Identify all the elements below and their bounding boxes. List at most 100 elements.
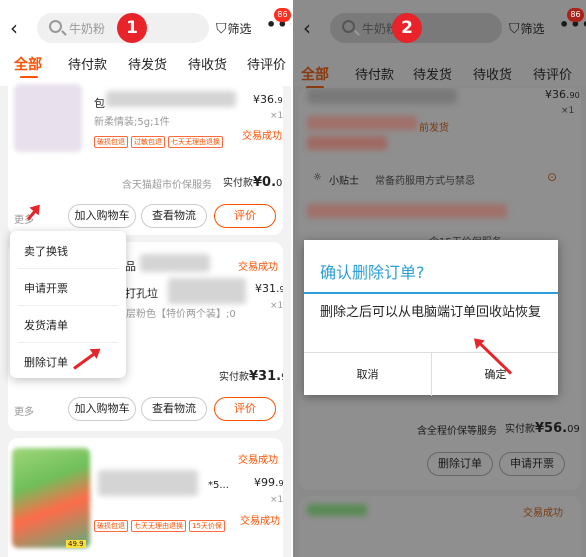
redacted-title [98,470,198,496]
price-protection-note: 含天猫超市价保服务 [122,180,212,191]
shipping-note: 前发货 [419,123,449,134]
product-title[interactable]: 包 [94,95,105,111]
filter-label: 筛选 [227,22,252,36]
back-icon[interactable]: ‹ [10,17,18,39]
paid-amount: 实付款¥31.90 [219,369,283,384]
order-card[interactable]: 包 ¥36.90 ×1 新柔情装;5g;1件 破损包退过敏包退七天无理由退换 交… [8,78,283,235]
step-badge-1: 1 [117,13,147,43]
tab-all: 全部 [301,67,329,83]
search-placeholder: 牛奶粉 [69,22,106,36]
message-count-badge: 86 [274,8,291,22]
tab-pending-receipt: 待收货 [473,68,513,83]
panel-step-1: ‹ 牛奶粉 1 ⛉筛选 ••• 86 全部 待付款 待发货 待收货 待评价 包 … [0,0,291,557]
panel-step-2: ‹ 牛奶粉 2 ⛉筛选 ••• 86 全部 待付款 待发货 待收货 待评价 ¥3… [293,0,586,557]
cancel-button[interactable]: 取消 [304,353,431,396]
product-title-fragment: 品 [125,260,136,273]
add-to-cart-button[interactable]: 加入购物车 [68,204,136,228]
filter-button[interactable]: ⛉筛选 [216,20,252,37]
price-protection-note: 含全程价保等服务 [417,426,497,437]
order-status: 交易成功 [242,131,282,142]
header: ‹ 牛奶粉 2 ⛉筛选 ••• 86 全部 待付款 待发货 待收货 待评价 [293,0,586,89]
product-thumbnail[interactable] [12,448,90,548]
redacted-title [307,88,457,104]
menu-divider [18,342,118,343]
tip-icon: ☼ [313,172,322,183]
delete-order-button: 删除订单 [427,452,493,476]
order-status: 交易成功 [240,516,280,527]
confirm-delete-dialog: 确认删除订单? 删除之后可以从电脑端订单回收站恢复 取消 确定 [304,240,558,396]
filter-label: 筛选 [520,22,545,36]
product-qty: ×1 [561,106,575,116]
order-status: 交易成功 [523,508,563,519]
dialog-buttons: 取消 确定 [304,352,558,396]
review-button[interactable]: 评价 [214,397,276,421]
tip-text[interactable]: 常备药服用方式与禁忌 [375,172,475,187]
order-card[interactable]: 49.9 交易成功 *5... ¥99.90 ×1 交易成功 破损包退七天无理由… [8,438,283,557]
tab-pending-payment: 待付款 [355,68,395,83]
order-status: 交易成功 [238,262,278,273]
product-qty: ×1 [270,111,283,121]
product-qty: ×1 [270,301,283,311]
redacted-content [307,504,367,516]
product-price: ¥31.90 [255,282,283,295]
tab-pending-review: 待评价 [533,68,573,83]
product-price: ¥99.90 [254,476,283,489]
tab-pending-shipment: 待发货 [413,68,453,83]
order-tabs: 全部 待付款 待发货 待收货 待评价 [293,64,586,89]
add-to-cart-button[interactable]: 加入购物车 [68,397,136,421]
filter-icon: ⛉ [509,21,520,37]
dialog-message: 删除之后可以从电脑端订单回收站恢复 [320,305,542,320]
menu-item-invoice[interactable]: 申请开票 [24,280,68,296]
tab-pending-shipment[interactable]: 待发货 [128,54,167,73]
tab-pending-payment[interactable]: 待付款 [68,54,107,73]
service-tag: 破损包退 [94,136,128,148]
search-icon [342,20,355,33]
product-spec: 新柔情装;5g;1件 [94,117,170,128]
review-button[interactable]: 评价 [214,204,276,228]
dialog-title-divider [304,292,558,294]
tip-label: 小贴士 [329,176,359,187]
message-count-badge: 86 [567,8,584,22]
dialog-title: 确认删除订单? [320,263,425,282]
redacted-title [168,278,246,304]
redacted-content [307,204,507,218]
service-tag: 15天价保 [189,520,225,532]
tab-pending-receipt[interactable]: 待收货 [188,54,227,73]
menu-item-shipping-list[interactable]: 发货清单 [24,317,68,333]
step-badge-2: 2 [392,13,422,43]
menu-item-sell[interactable]: 卖了换钱 [24,243,68,259]
request-invoice-button: 申请开票 [499,452,565,476]
service-tag: 七天无理由退换 [131,520,186,532]
service-tags: 破损包退 七天无理由退换 15天价保 [94,520,228,532]
product-price: ¥36.90 [253,93,283,106]
more-actions-link[interactable]: 更多 [14,403,34,418]
order-tabs: 全部 待付款 待发货 待收货 待评价 [0,54,291,79]
search-icon [49,20,62,33]
product-price: ¥36.90 [545,88,580,101]
filter-icon: ⛉ [216,21,227,37]
header: ‹ 牛奶粉 1 ⛉筛选 ••• 86 全部 待付款 待发货 待收货 待评价 [0,0,291,86]
view-logistics-button[interactable]: 查看物流 [141,397,207,421]
product-qty: ×1 [270,495,283,505]
menu-divider [18,305,118,306]
product-title-fragment: *5... [208,480,229,491]
product-thumbnail[interactable] [14,84,82,152]
redacted-title [106,91,236,107]
service-tag: 七天无理由退换 [168,136,223,148]
view-logistics-button[interactable]: 查看物流 [141,204,207,228]
menu-item-delete-order[interactable]: 删除订单 [24,354,68,370]
back-icon: ‹ [303,16,311,40]
more-actions-menu: 卖了换钱 申请开票 发货清单 删除订单 [10,231,126,378]
order-card: 交易成功 [299,496,581,557]
service-tags: 破损包退 过敏包退 七天无理由退换 [94,136,226,148]
menu-divider [18,268,118,269]
paid-amount: 实付款¥56.09 [505,421,580,436]
filter-button: ⛉筛选 [509,20,545,37]
redacted-content [307,136,387,150]
product-title-fragment: 打孔垃 [125,287,158,300]
tab-pending-review[interactable]: 待评价 [247,54,286,73]
tab-all[interactable]: 全部 [14,54,42,74]
tip-arrow-icon: ⊙ [547,170,558,184]
redacted-title [140,254,210,272]
product-spec: 层粉色【特价两个装】;0 [126,309,236,320]
